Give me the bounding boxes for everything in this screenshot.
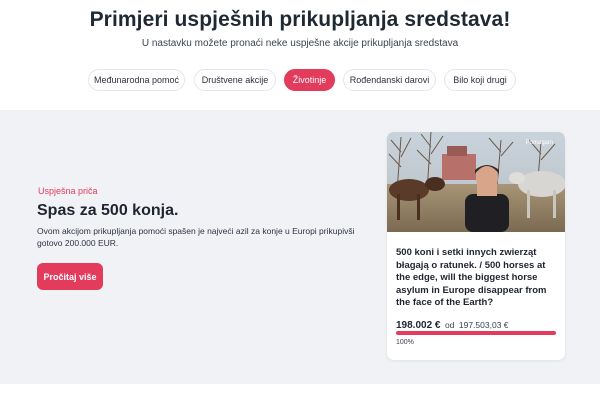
tab-international-aid[interactable]: Međunarodna pomoć — [88, 69, 185, 91]
goal-amount: 197.503,03 € — [458, 320, 509, 330]
campaign-photo[interactable]: Pomagam — [387, 132, 565, 232]
success-story-tag: Uspješna priča — [38, 186, 98, 196]
raised-amount: 198.002 € — [396, 320, 441, 331]
progress-bar — [396, 331, 556, 335]
campaign-title[interactable]: 500 koni i setki innych zwierząt błagają… — [396, 247, 558, 310]
header-section: Primjeri uspješnih prikupljanja sredstav… — [0, 0, 600, 110]
progress-percent: 100% — [396, 339, 414, 346]
tab-birthday-gifts[interactable]: Rođendanski darovi — [343, 69, 436, 91]
of-label: od — [444, 320, 455, 330]
photo-watermark: Pomagam — [526, 140, 553, 146]
read-more-button[interactable]: Pročitaj više — [37, 263, 103, 290]
page-subtitle: U nastavku možete pronaći neke uspješne … — [141, 38, 459, 49]
category-tabs: Međunarodna pomoć Društvene akcije Život… — [0, 69, 600, 91]
page-title: Primjeri uspješnih prikupljanja sredstav… — [89, 8, 511, 31]
progress-fill — [396, 331, 556, 335]
tab-animals[interactable]: Životinje — [284, 69, 335, 91]
story-title: Spas za 500 konja. — [37, 202, 179, 219]
tab-social-actions[interactable]: Društvene akcije — [194, 69, 276, 91]
story-description: Ovom akcijom prikupljanja pomoći spašen … — [37, 226, 355, 248]
tab-any-other[interactable]: Bilo koji drugi — [444, 69, 516, 91]
